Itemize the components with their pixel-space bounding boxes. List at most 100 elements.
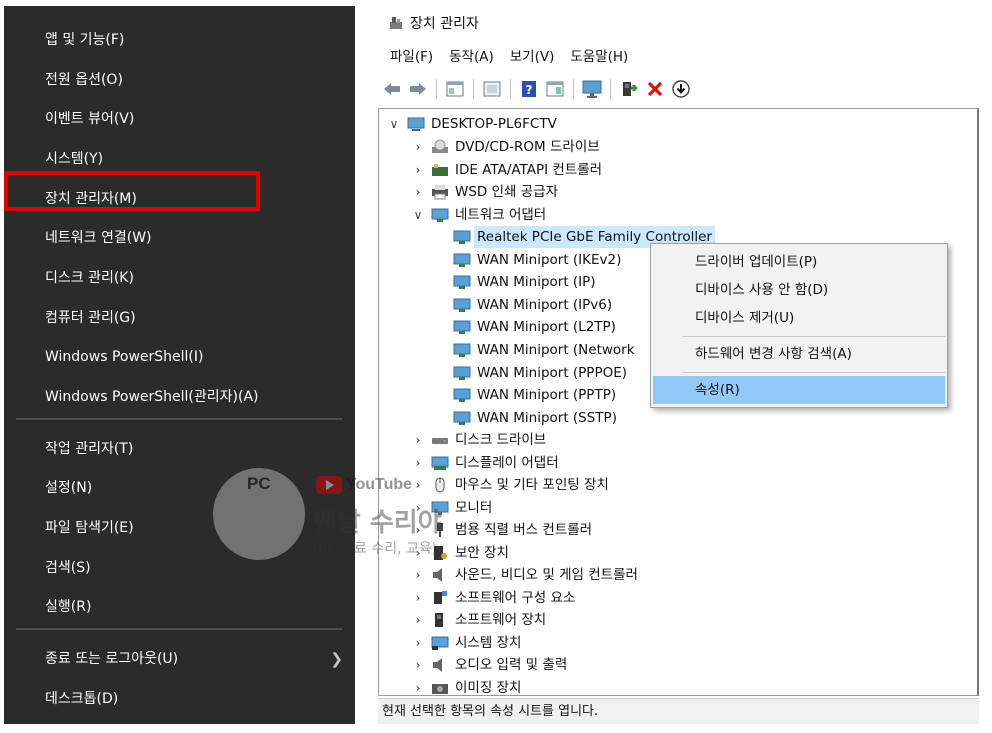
menu-item-computer-management[interactable]: 컴퓨터 관리(G) [4,300,355,336]
computer-icon [407,117,425,131]
back-arrow-icon[interactable] [382,79,402,99]
menu-item-shutdown-signout[interactable]: 종료 또는 로그아웃(U) ❯ [4,641,355,677]
chevron-down-icon[interactable]: ∨ [411,204,425,226]
network-adapter-icon [453,275,471,289]
chevron-right-icon: ❯ [330,650,343,668]
menu-action[interactable]: 동작(A) [449,44,494,70]
tree-device-wan[interactable]: WAN Miniport (L2TP) [453,316,616,338]
toolbar-separator [510,79,511,99]
menu-item-event-viewer[interactable]: 이벤트 뷰어(V) [4,101,355,137]
menu-separator [683,336,945,337]
menu-separator [16,418,342,420]
tree-category-dvd[interactable]: › DVD/CD-ROM 드라이브 [411,136,600,158]
ctx-disable-device[interactable]: 디바이스 사용 안 함(D) [653,276,945,304]
view-icon[interactable] [545,79,565,99]
network-adapter-icon [453,230,471,244]
show-hidden-icon[interactable] [482,79,502,99]
uninstall-icon[interactable] [645,79,665,99]
network-adapter-icon [453,253,471,267]
network-adapter-icon [431,208,449,222]
chevron-right-icon[interactable]: › [411,159,425,181]
toolbar-separator [473,79,474,99]
tree-category-network[interactable]: ∨ 네트워크 어댑터 [411,204,547,226]
chevron-down-icon[interactable]: ∨ [387,113,401,135]
menu-view[interactable]: 보기(V) [510,44,555,70]
network-adapter-icon [453,298,471,312]
ctx-properties[interactable]: 속성(R) [653,376,945,404]
status-bar: 현재 선택한 항목의 속성 시트를 엽니다. [378,698,979,724]
tree-device-wan[interactable]: WAN Miniport (IKEv2) [453,249,621,271]
chevron-right-icon[interactable]: › [411,429,425,451]
chevron-right-icon[interactable]: › [411,609,425,631]
network-adapter-icon [453,320,471,334]
properties-icon[interactable] [445,79,465,99]
tree-root[interactable]: ∨ DESKTOP-PL6FCTV [387,113,557,135]
menu-item-desktop[interactable]: 데스크톱(D) [4,681,355,717]
network-adapter-icon [453,343,471,357]
tree-category-ide[interactable]: › IDE ATA/ATAPI 컨트롤러 [411,159,603,181]
menu-item-powershell[interactable]: Windows PowerShell(I) [4,339,355,375]
menu-bar: 파일(F) 동작(A) 보기(V) 도움말(H) [390,44,628,70]
printer-icon [432,185,448,200]
toolbar: ? [382,76,691,102]
device-manager-highlight-box [4,171,260,211]
menu-item-task-manager[interactable]: 작업 관리자(T) [4,431,355,467]
ctx-uninstall-device[interactable]: 디바이스 제거(U) [653,304,945,332]
watermark-title: 맨날 수리야 [313,508,442,538]
add-driver-icon[interactable] [619,79,639,99]
speaker-icon [433,568,442,582]
winx-menu: 앱 및 기능(F) 전원 옵션(O) 이벤트 뷰어(V) 시스템(Y) 장치 관… [4,6,355,724]
chevron-right-icon[interactable]: › [411,136,425,158]
monitor-icon[interactable] [582,79,602,99]
forward-arrow-icon[interactable] [408,79,428,99]
chevron-right-icon[interactable]: › [411,654,425,676]
context-menu: 드라이버 업데이트(P) 디바이스 사용 안 함(D) 디바이스 제거(U) 하… [650,243,948,408]
chevron-right-icon[interactable]: › [411,632,425,654]
toolbar-separator [573,79,574,99]
menu-file[interactable]: 파일(F) [390,44,433,70]
chevron-right-icon[interactable]: › [411,181,425,203]
menu-item-disk-management[interactable]: 디스크 관리(K) [4,260,355,296]
menu-item-network-connections[interactable]: 네트워크 연결(W) [4,220,355,256]
disk-drive-icon [432,438,448,444]
network-adapter-icon [453,366,471,380]
window-title: 장치 관리자 [388,12,479,36]
tree-category-wsd[interactable]: › WSD 인쇄 공급자 [411,181,558,203]
chevron-right-icon[interactable]: › [411,587,425,609]
tree-device-wan[interactable]: WAN Miniport (IPv6) [453,294,612,316]
menu-item-power-options[interactable]: 전원 옵션(O) [4,62,355,98]
camera-icon [432,684,448,694]
chevron-right-icon[interactable]: › [411,677,425,695]
ctx-scan-hardware[interactable]: 하드웨어 변경 사항 검색(A) [653,340,945,368]
tree-category-software-devices[interactable]: › 소프트웨어 장치 [411,609,547,631]
tree-device-wan[interactable]: WAN Miniport (PPPOE) [453,362,627,384]
menu-item-powershell-admin[interactable]: Windows PowerShell(관리자)(A) [4,379,355,415]
system-device-icon [431,636,449,650]
software-component-icon [434,591,447,604]
tree-category-disk[interactable]: › 디스크 드라이브 [411,429,547,451]
tree-device-wan[interactable]: WAN Miniport (Network [453,339,635,361]
ide-controller-icon [432,164,448,176]
tree-device-wan[interactable]: WAN Miniport (IP) [453,271,596,293]
device-manager-icon [390,17,402,29]
software-device-icon [435,613,443,627]
watermark: PC YouTube 맨날 수리야 (PC 무료 수리, 교육) [213,468,473,568]
update-driver-icon[interactable] [671,79,691,99]
watermark-badge: PC [247,474,271,493]
menu-separator [683,372,945,373]
ctx-update-driver[interactable]: 드라이버 업데이트(P) [653,248,945,276]
tree-device-wan[interactable]: WAN Miniport (PPTP) [453,384,616,406]
tree-category-imaging[interactable]: › 이미징 장치 [411,677,522,695]
speaker-icon [433,658,442,672]
watermark-subtitle: (PC 무료 수리, 교육) [313,541,438,557]
help-icon[interactable]: ? [519,79,539,99]
toolbar-separator [610,79,611,99]
tree-category-software-components[interactable]: › 소프트웨어 구성 요소 [411,587,576,609]
menu-item-run[interactable]: 실행(R) [4,589,355,625]
menu-help[interactable]: 도움말(H) [570,44,628,70]
tree-category-audio-io[interactable]: › 오디오 입력 및 출력 [411,654,568,676]
tree-category-system[interactable]: › 시스템 장치 [411,632,522,654]
network-adapter-icon [453,388,471,402]
menu-item-apps-features[interactable]: 앱 및 기능(F) [4,22,355,58]
tree-device-wan[interactable]: WAN Miniport (SSTP) [453,407,617,429]
